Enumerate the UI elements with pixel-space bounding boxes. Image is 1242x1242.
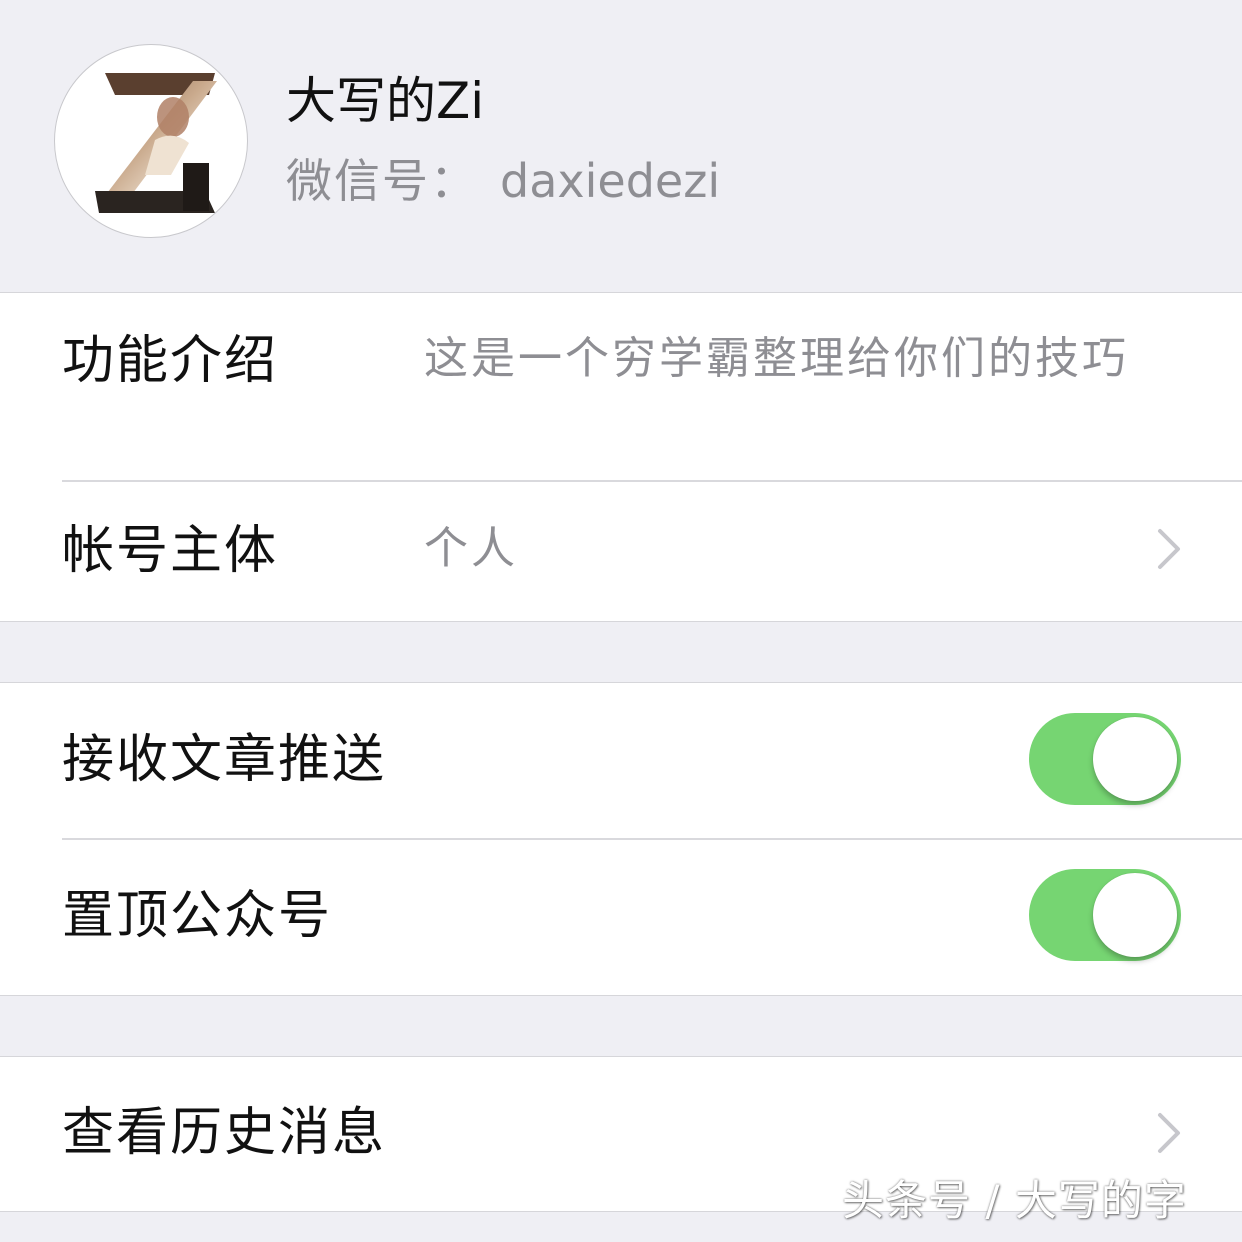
intro-label: 功能介绍 (62, 331, 279, 391)
pin-row: 置顶公众号 (0, 839, 1242, 995)
entity-value: 个人 (424, 523, 518, 574)
watermark: 头条号 / 大写的字 (842, 1176, 1187, 1225)
entity-label: 帐号主体 (62, 521, 279, 581)
avatar-z-logo (95, 73, 217, 213)
info-group: 功能介绍 这是一个穷学霸整理给你们的技巧 帐号主体 个人 (0, 292, 1242, 622)
pin-toggle[interactable] (1029, 869, 1181, 961)
chevron-right-icon (1158, 1113, 1180, 1153)
chevron-right-icon (1158, 529, 1180, 569)
account-name: 大写的Zi (286, 72, 485, 130)
wechat-id-label: 微信号： (286, 154, 478, 208)
wechat-id-value: daxiedezi (500, 154, 721, 208)
entity-row[interactable]: 帐号主体 个人 (0, 481, 1242, 621)
toggle-knob (1093, 873, 1177, 957)
receive-push-label: 接收文章推送 (62, 730, 387, 790)
wechat-id: 微信号： daxiedezi (286, 150, 720, 212)
toggle-knob (1093, 717, 1177, 801)
pin-label: 置顶公众号 (62, 886, 333, 946)
avatar[interactable] (54, 44, 248, 238)
receive-push-toggle[interactable] (1029, 713, 1181, 805)
intro-row: 功能介绍 这是一个穷学霸整理给你们的技巧 (0, 293, 1242, 481)
receive-push-row: 接收文章推送 (0, 683, 1242, 839)
settings-group: 接收文章推送 置顶公众号 (0, 682, 1242, 996)
profile-header: 大写的Zi 微信号： daxiedezi (0, 0, 1242, 292)
history-label: 查看历史消息 (62, 1103, 387, 1163)
intro-value: 这是一个穷学霸整理给你们的技巧 (424, 333, 1129, 384)
